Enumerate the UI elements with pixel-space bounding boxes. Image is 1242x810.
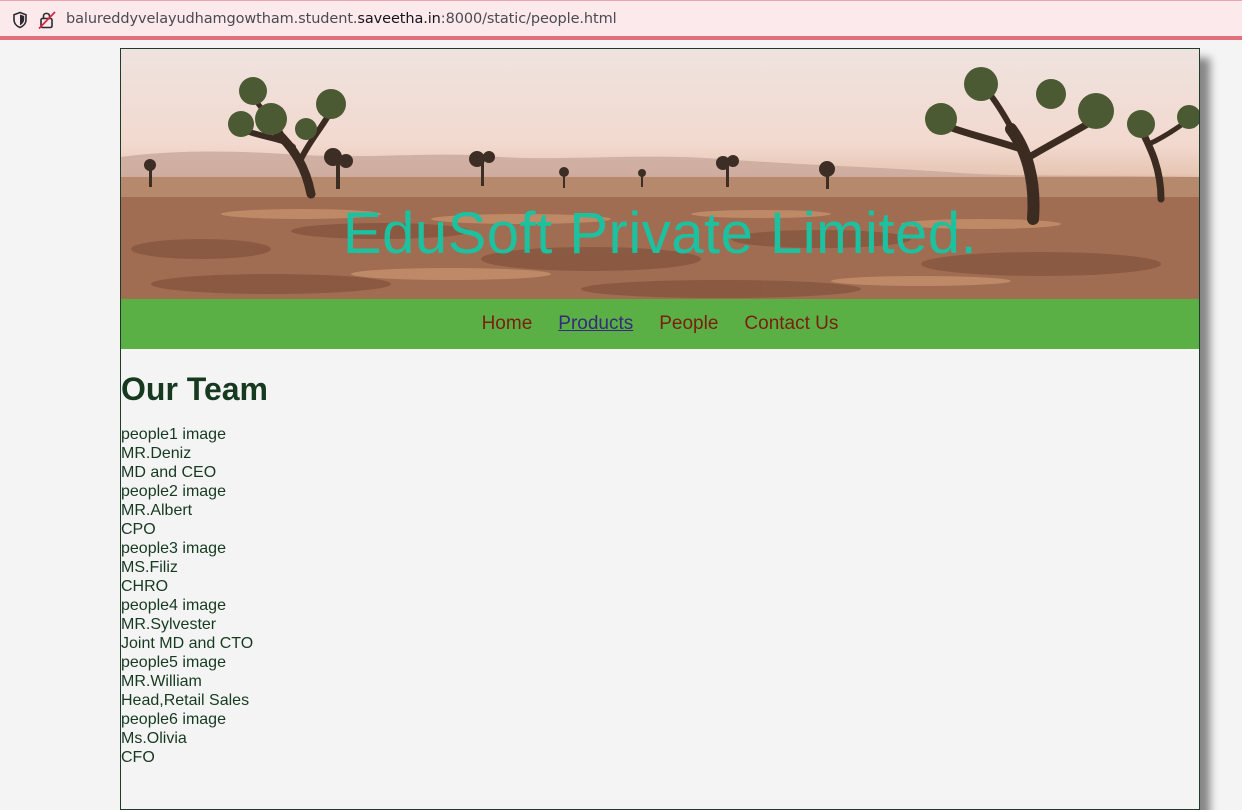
team-list: people1 image MR.Deniz MD and CEO people…	[121, 425, 1199, 767]
lock-icon[interactable]	[38, 10, 56, 30]
person-name: MR.Albert	[121, 502, 193, 519]
person-role: Head,Retail Sales	[121, 692, 250, 709]
url-host: saveetha.in	[357, 11, 441, 27]
person-image-placeholder: people3 image	[121, 540, 226, 557]
person-name: MR.Sylvester	[121, 616, 217, 633]
nav-link-products[interactable]: Products	[558, 313, 633, 335]
person-image-placeholder: people5 image	[121, 654, 226, 671]
url-suffix: :8000/static/people.html	[440, 11, 617, 27]
person-role: CPO	[121, 521, 156, 538]
page-title: Our Team	[121, 371, 268, 407]
nav-link-home[interactable]: Home	[482, 313, 533, 335]
person-image-placeholder: people4 image	[121, 597, 226, 614]
person-image-placeholder: people6 image	[121, 711, 226, 728]
person-role: MD and CEO	[121, 464, 217, 481]
url-prefix: balureddyvelayudhamgowtham.student.	[66, 11, 358, 27]
person-image-placeholder: people2 image	[121, 483, 226, 500]
nav-bar: Home Products People Contact Us	[121, 299, 1199, 349]
browser-url-bar[interactable]: balureddyvelayudhamgowtham.student.savee…	[0, 0, 1242, 40]
shield-icon[interactable]	[11, 11, 29, 29]
url-text[interactable]: balureddyvelayudhamgowtham.student.savee…	[66, 11, 617, 27]
person-role: CHRO	[121, 578, 169, 595]
person-image-placeholder: people1 image	[121, 426, 226, 443]
nav-link-contact-us[interactable]: Contact Us	[744, 313, 838, 335]
page-container: EduSoft Private Limited. Home Products P…	[120, 48, 1200, 810]
nav-link-people[interactable]: People	[659, 313, 718, 335]
person-name: MS.Filiz	[121, 559, 178, 576]
company-name: EduSoft Private Limited.	[342, 201, 978, 266]
person-name: Ms.Olivia	[121, 730, 187, 747]
person-name: MR.Deniz	[121, 445, 192, 462]
person-name: MR.William	[121, 673, 202, 690]
person-role: Joint MD and CTO	[121, 635, 254, 652]
person-role: CFO	[121, 749, 155, 766]
header-banner: EduSoft Private Limited.	[121, 49, 1199, 299]
